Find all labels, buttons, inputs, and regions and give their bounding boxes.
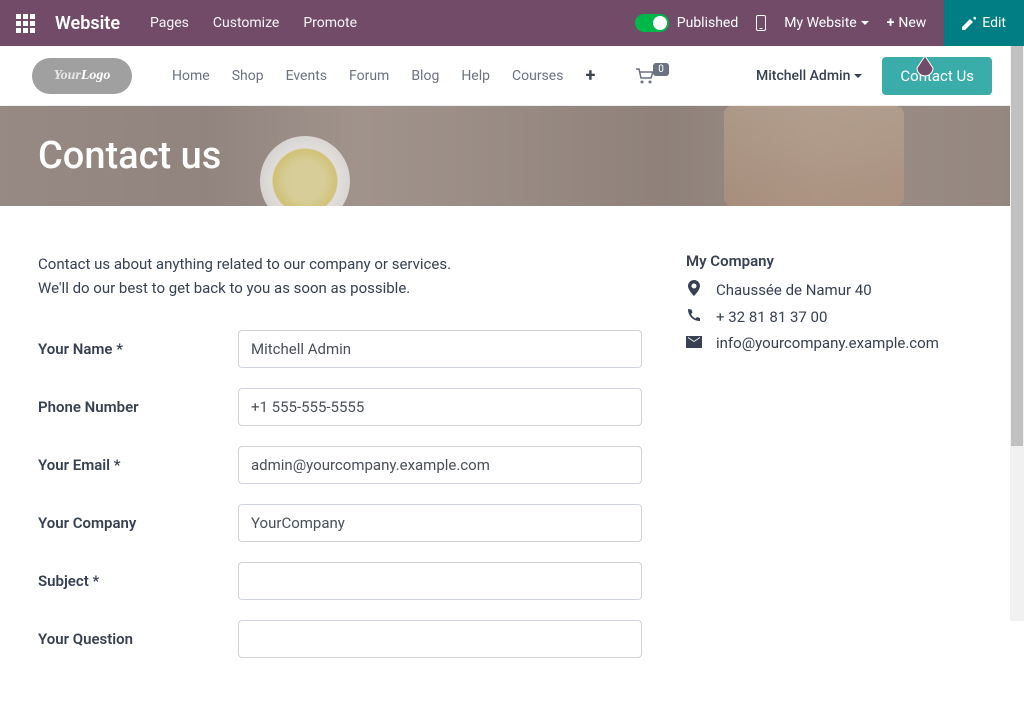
my-website-dropdown[interactable]: My Website [784, 15, 868, 31]
company-name: My Company [686, 252, 986, 270]
nav-blog[interactable]: Blog [411, 68, 439, 84]
input-name[interactable] [238, 330, 642, 368]
menu-promote[interactable]: Promote [303, 15, 357, 31]
envelope-icon [686, 334, 702, 352]
input-question[interactable] [238, 620, 642, 658]
menu-pages[interactable]: Pages [150, 15, 189, 31]
site-navbar: YourLogo Home Shop Events Forum Blog Hel… [0, 46, 1024, 106]
cart-icon [635, 68, 655, 84]
address-text: Chaussée de Namur 40 [716, 281, 872, 299]
row-subject: Subject * [38, 562, 646, 600]
user-dropdown[interactable]: Mitchell Admin [756, 68, 862, 84]
label-company: Your Company [38, 514, 238, 532]
input-email[interactable] [238, 446, 642, 484]
logo-your: Your [54, 68, 81, 84]
input-subject[interactable] [238, 562, 642, 600]
edit-label: Edit [982, 15, 1006, 31]
contact-form: Your Name * Phone Number Your Email * Yo… [38, 330, 646, 658]
scrollbar-thumb[interactable] [1011, 46, 1023, 446]
page-title: Contact us [38, 134, 221, 178]
nav-add-icon[interactable]: + [585, 65, 595, 86]
nav-home[interactable]: Home [172, 68, 210, 84]
cursor-indicator-icon [914, 54, 936, 80]
intro-text: Contact us about anything related to our… [38, 252, 646, 300]
mobile-preview-icon[interactable] [756, 15, 766, 31]
label-question: Your Question [38, 630, 238, 648]
intro-line2: We'll do our best to get back to you as … [38, 276, 646, 300]
row-question: Your Question [38, 620, 646, 658]
input-company[interactable] [238, 504, 642, 542]
new-label: New [898, 15, 926, 31]
nav-courses[interactable]: Courses [512, 68, 563, 84]
menu-customize[interactable]: Customize [213, 15, 279, 31]
email-text: info@yourcompany.example.com [716, 334, 939, 352]
site-logo[interactable]: YourLogo [32, 58, 132, 94]
phone-row: + 32 81 81 37 00 [686, 308, 986, 326]
input-phone[interactable] [238, 388, 642, 426]
new-button[interactable]: +New [887, 15, 927, 31]
row-company: Your Company [38, 504, 646, 542]
label-subject: Subject * [38, 572, 238, 590]
chevron-down-icon [861, 21, 869, 25]
nav-shop[interactable]: Shop [232, 68, 264, 84]
nav-events[interactable]: Events [286, 68, 327, 84]
cart-count-badge: 0 [653, 63, 669, 76]
email-row: info@yourcompany.example.com [686, 334, 986, 352]
logo-logo: Logo [81, 68, 111, 84]
label-name: Your Name * [38, 340, 238, 358]
user-name: Mitchell Admin [756, 68, 850, 84]
top-menu-bar: Website Pages Customize Promote Publishe… [0, 0, 1024, 46]
map-marker-icon [686, 280, 702, 300]
main-content: Contact us about anything related to our… [0, 206, 1024, 724]
vertical-scrollbar[interactable] [1010, 46, 1024, 621]
chevron-down-icon [854, 74, 862, 78]
nav-links: Home Shop Events Forum Blog Help Courses [172, 68, 563, 84]
label-email: Your Email * [38, 456, 238, 474]
address-row: Chaussée de Namur 40 [686, 280, 986, 300]
topbar-menu: Pages Customize Promote [150, 15, 357, 31]
published-toggle[interactable] [635, 14, 669, 32]
published-label: Published [677, 15, 738, 31]
pencil-icon [962, 16, 976, 30]
cart-button[interactable]: 0 [635, 68, 671, 84]
phone-text: + 32 81 81 37 00 [716, 308, 827, 326]
label-phone: Phone Number [38, 398, 238, 416]
app-name[interactable]: Website [55, 13, 120, 34]
apps-icon[interactable] [16, 14, 35, 33]
row-email: Your Email * [38, 446, 646, 484]
my-website-label: My Website [784, 15, 856, 31]
topbar-right: Published My Website +New Edit [635, 0, 1008, 46]
plus-icon: + [887, 15, 895, 31]
intro-line1: Contact us about anything related to our… [38, 252, 646, 276]
edit-button[interactable]: Edit [944, 0, 1024, 46]
nav-help[interactable]: Help [461, 68, 490, 84]
nav-right: Mitchell Admin Contact Us [756, 57, 992, 95]
nav-forum[interactable]: Forum [349, 68, 389, 84]
form-column: Contact us about anything related to our… [38, 252, 646, 678]
phone-icon [686, 308, 702, 326]
row-name: Your Name * [38, 330, 646, 368]
row-phone: Phone Number [38, 388, 646, 426]
hero-banner: Contact us [0, 106, 1024, 206]
published-toggle-group: Published [635, 14, 738, 32]
contact-us-button[interactable]: Contact Us [882, 57, 992, 95]
topbar-left: Website Pages Customize Promote [16, 13, 357, 34]
company-info: My Company Chaussée de Namur 40 + 32 81 … [686, 252, 986, 678]
